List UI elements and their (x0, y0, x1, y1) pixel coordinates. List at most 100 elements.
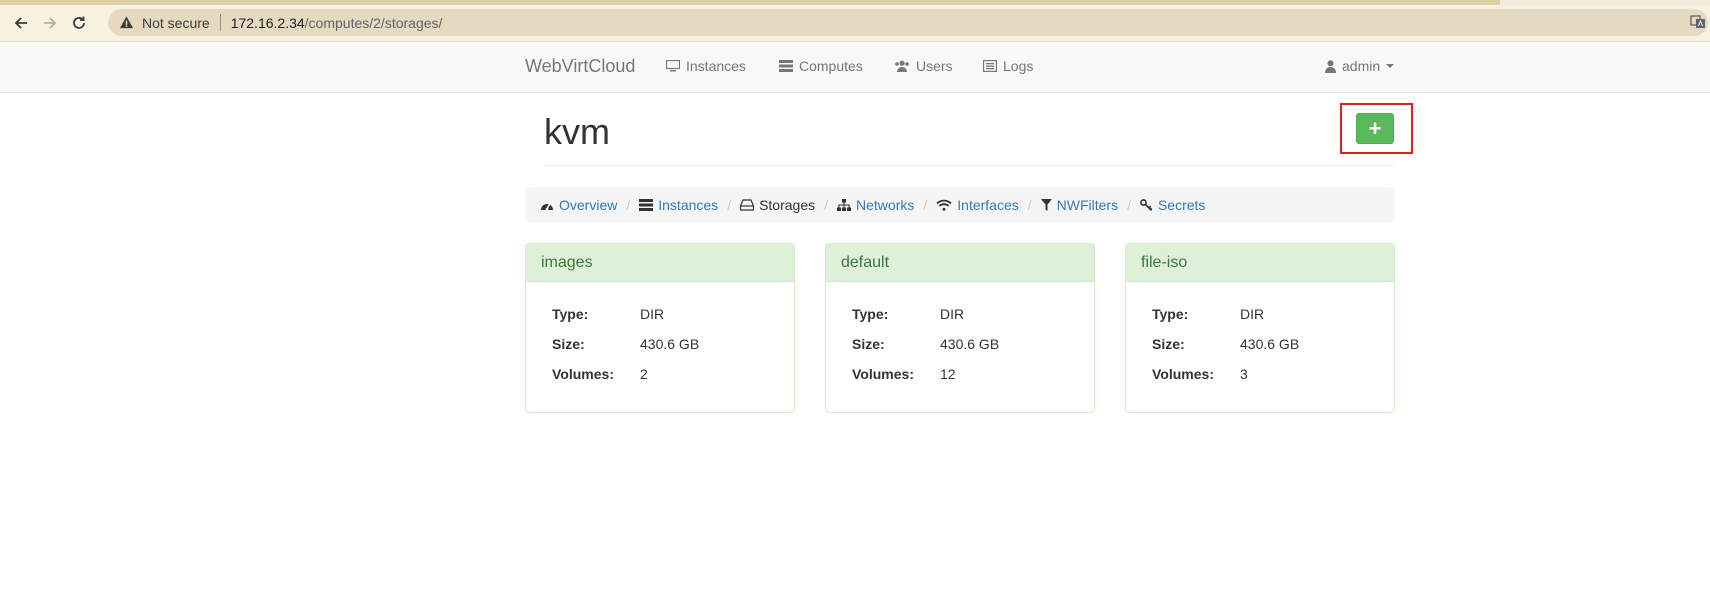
breadcrumb-label: Interfaces (957, 196, 1019, 213)
nav-link-label: Logs (1003, 58, 1034, 74)
url-path: /computes/2/storages/ (304, 14, 443, 31)
storage-card-default[interactable]: default Type: DIR Size: 430.6 GB Volumes: 1… (825, 243, 1095, 413)
dashboard-icon (541, 202, 553, 210)
brand-logo[interactable]: WebVirtCloud (525, 56, 635, 77)
wifi-icon (936, 199, 952, 211)
storage-card-images[interactable]: images Type: DIR Size: 430.6 GB Volumes: 2 (525, 243, 795, 413)
size-value: 430.6 GB (1240, 336, 1300, 352)
storage-details: Type: DIR Size: 430.6 GB Volumes: 2 (526, 282, 794, 396)
storage-details: Type: DIR Size: 430.6 GB Volumes: 3 (1126, 282, 1394, 396)
desktop-icon (666, 60, 680, 72)
size-label: Size: (552, 336, 585, 352)
breadcrumb: Overview / Instances / Storages / Networ… (525, 187, 1395, 222)
type-label: Type: (852, 306, 889, 322)
breadcrumb-separator: / (1027, 196, 1032, 213)
nav-link-computes[interactable]: Computes (779, 58, 863, 74)
user-icon (1325, 59, 1336, 73)
size-label: Size: (852, 336, 885, 352)
back-button[interactable] (8, 10, 34, 36)
storage-name[interactable]: images (526, 244, 794, 282)
storage-name[interactable]: file-iso (1126, 244, 1394, 282)
storage-volumes-row: Volumes: 12 (852, 366, 1068, 396)
size-label: Size: (1152, 336, 1185, 352)
storage-details: Type: DIR Size: 430.6 GB Volumes: 12 (826, 282, 1094, 396)
header-divider (544, 165, 1394, 166)
translate-icon[interactable] (1690, 14, 1706, 30)
type-value: DIR (1240, 306, 1265, 322)
nav-link-label: Users (916, 58, 953, 74)
storage-size-row: Size: 430.6 GB (552, 336, 768, 366)
breadcrumb-secrets[interactable]: Secrets (1140, 197, 1205, 213)
type-label: Type: (1152, 306, 1189, 322)
breadcrumb-interfaces[interactable]: Interfaces (936, 196, 1019, 213)
storage-volumes-row: Volumes: 2 (552, 366, 768, 396)
breadcrumb-networks[interactable]: Networks (837, 197, 914, 213)
size-value: 430.6 GB (640, 336, 700, 352)
storage-type-row: Type: DIR (552, 306, 768, 336)
storage-type-row: Type: DIR (852, 306, 1068, 336)
storage-size-row: Size: 430.6 GB (852, 336, 1068, 366)
server-icon (779, 60, 793, 72)
arrow-left-icon (14, 17, 27, 29)
breadcrumb-separator: / (923, 196, 928, 213)
users-icon (895, 60, 909, 72)
breadcrumb-label: Instances (658, 196, 719, 213)
page-title: kvm (544, 111, 610, 152)
list-alt-icon (983, 60, 997, 72)
breadcrumb-separator: / (727, 196, 732, 213)
storage-size-row: Size: 430.6 GB (1152, 336, 1368, 366)
username: admin (1342, 58, 1381, 74)
nav-link-label: Computes (799, 58, 863, 74)
type-value: DIR (940, 306, 965, 322)
caret-down-icon (1386, 64, 1395, 68)
hdd-icon (740, 198, 755, 211)
address-bar[interactable]: Not secure 172.16.2.34/computes/2/storag… (108, 9, 1708, 36)
storage-card-file-iso[interactable]: file-iso Type: DIR Size: 430.6 GB Volumes:… (1125, 243, 1395, 413)
add-storage-button[interactable]: + (1356, 113, 1394, 144)
url-host: 172.16.2.34 (230, 14, 305, 31)
breadcrumb-separator: / (1127, 196, 1131, 213)
browser-toolbar: Not secure 172.16.2.34/computes/2/storag… (0, 5, 1710, 42)
arrow-right-icon (44, 17, 57, 29)
type-label: Type: (552, 306, 589, 322)
server-icon (639, 198, 654, 211)
breadcrumb-nwfilters[interactable]: NWFilters (1040, 196, 1119, 213)
nav-link-instances[interactable]: Instances (666, 58, 746, 74)
reload-button[interactable] (66, 10, 92, 36)
key-icon (1140, 198, 1153, 211)
nav-link-label: Instances (686, 58, 746, 74)
top-navbar: WebVirtCloud Instances Computes Users Lo… (0, 42, 1710, 93)
forward-button[interactable] (37, 10, 63, 36)
volumes-value: 2 (640, 366, 648, 382)
volumes-label: Volumes: (852, 366, 914, 382)
breadcrumb-label: Storages (759, 196, 816, 213)
plus-icon: + (1368, 115, 1382, 141)
type-value: DIR (640, 306, 665, 322)
user-menu-dropdown[interactable]: admin (1325, 58, 1395, 74)
filter-icon (1040, 198, 1052, 211)
volumes-value: 3 (1240, 366, 1248, 382)
security-status[interactable]: Not secure (142, 15, 210, 31)
storage-type-row: Type: DIR (1152, 306, 1368, 336)
breadcrumb-separator: / (626, 196, 631, 213)
breadcrumb-overview[interactable]: Overview (540, 197, 617, 213)
nav-link-logs[interactable]: Logs (983, 58, 1033, 74)
storage-volumes-row: Volumes: 3 (1152, 366, 1368, 396)
breadcrumb-instances[interactable]: Instances (639, 197, 718, 213)
storage-name[interactable]: default (826, 244, 1094, 282)
volumes-value: 12 (940, 366, 956, 382)
volumes-label: Volumes: (1152, 366, 1214, 382)
breadcrumb-storages: Storages (740, 197, 815, 213)
reload-icon (73, 16, 85, 29)
breadcrumb-label: Networks (856, 196, 915, 213)
warning-icon (119, 16, 134, 29)
volumes-label: Volumes: (552, 366, 614, 382)
breadcrumb-label: Secrets (1157, 196, 1206, 213)
omnibox-divider (219, 14, 221, 31)
breadcrumb-separator: / (824, 196, 829, 213)
breadcrumb-label: Overview (559, 196, 618, 213)
size-value: 430.6 GB (940, 336, 1000, 352)
breadcrumb-label: NWFilters (1056, 196, 1119, 213)
nav-link-users[interactable]: Users (894, 58, 953, 74)
sitemap-icon (837, 198, 852, 211)
